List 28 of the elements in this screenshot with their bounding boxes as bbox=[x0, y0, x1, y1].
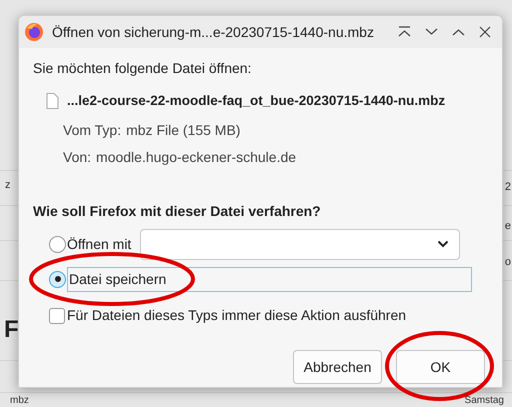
background-page-text: Samstag bbox=[464, 396, 504, 406]
background-page-text: e bbox=[504, 221, 511, 232]
close-icon[interactable] bbox=[479, 26, 491, 38]
background-page-text: z bbox=[5, 180, 10, 191]
radio-button[interactable] bbox=[49, 270, 66, 288]
intro-text: Sie möchten folgende Datei öffnen: bbox=[33, 59, 252, 78]
checkbox[interactable] bbox=[49, 308, 65, 324]
background-page-text: o bbox=[504, 257, 511, 268]
radio-label[interactable]: Öffnen mit bbox=[67, 234, 132, 255]
file-name: ...le2-course-22-moodle-faq_ot_bue-20230715-1440-nu.mbz bbox=[67, 92, 446, 110]
source-value: moodle.hugo-eckener-schule.de bbox=[96, 148, 296, 168]
browser-logo-icon bbox=[24, 22, 44, 42]
window-title: Öffnen von sicherung-m...e-20230715-1440-nu.mbz bbox=[52, 22, 375, 42]
question-heading: Wie soll Firefox mit dieser Datei verfahren? bbox=[33, 202, 322, 222]
dialog-button[interactable]: Abbrechen bbox=[293, 350, 382, 384]
type-label: Vom Typ: bbox=[63, 121, 122, 140]
background-page-text: mbz bbox=[10, 396, 29, 406]
radio-label[interactable]: Datei speichern bbox=[67, 266, 472, 292]
type-value: mbz File (155 MB) bbox=[126, 121, 240, 140]
radio-button[interactable] bbox=[49, 236, 66, 253]
minimize-all-icon[interactable] bbox=[398, 26, 411, 38]
dialog-button[interactable]: OK bbox=[396, 350, 485, 384]
file-icon bbox=[46, 93, 59, 110]
source-label: Von: bbox=[63, 148, 92, 168]
chevron-down-icon bbox=[437, 240, 450, 248]
checkbox-label[interactable]: Für Dateien dieses Typs immer diese Aktion ausführen bbox=[67, 305, 406, 326]
background-page-text: 2 bbox=[504, 182, 511, 193]
background-page-text: F bbox=[4, 318, 19, 342]
